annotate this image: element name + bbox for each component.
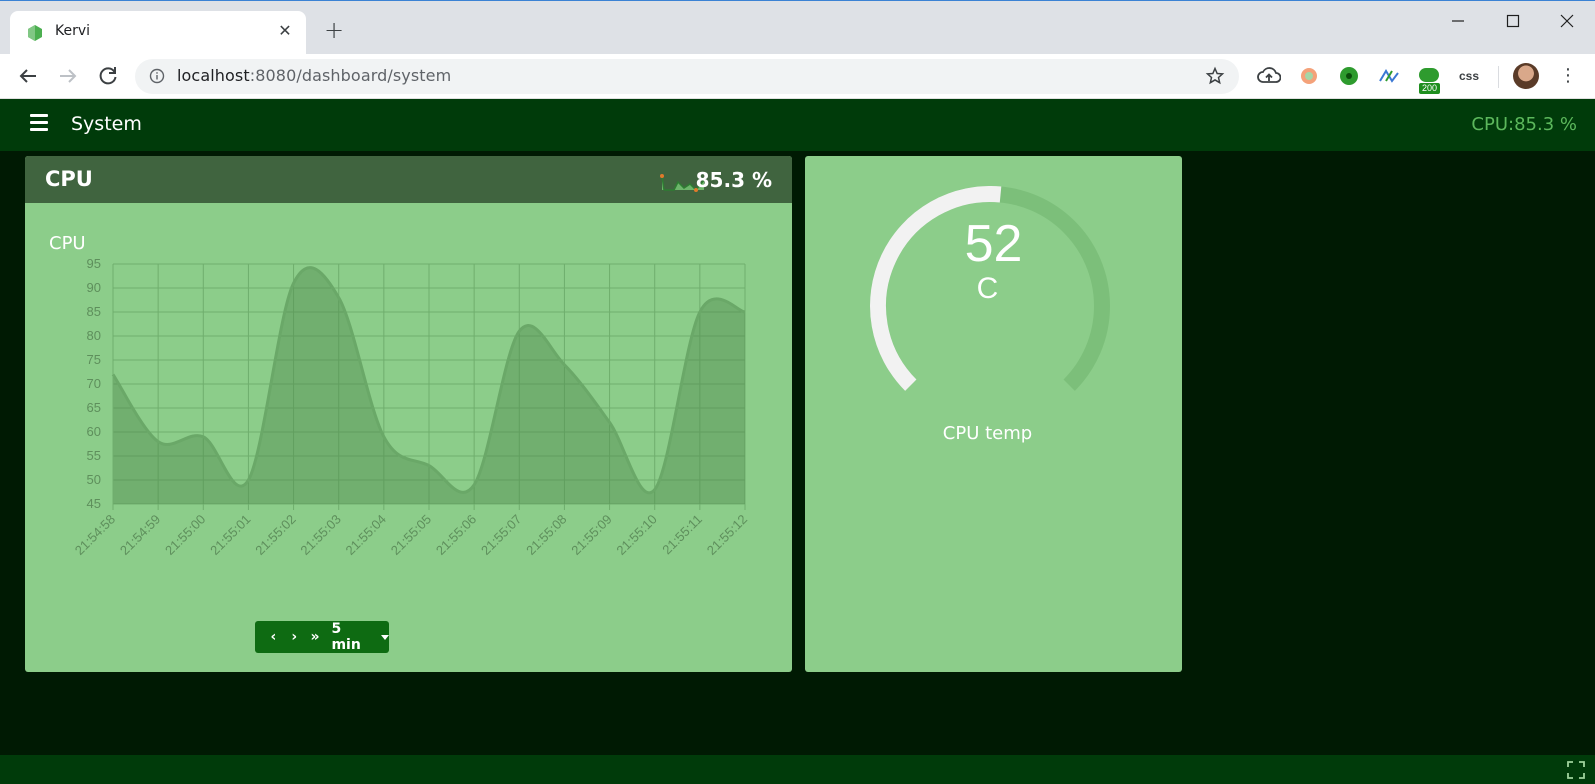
y-tick-label: 95 [87,256,101,271]
browser-tabstrip: Kervi ✕ + [0,0,1595,55]
css-extension-icon[interactable]: css [1455,62,1483,90]
x-tick-label: 21:55:02 [252,512,298,558]
extension-badge: 200 [1419,83,1441,94]
cpu-chart: CPU 45 50 55 60 65 70 75 80 85 90 95 21:54:58 21:54:… [25,203,792,603]
y-tick-label: 85 [87,304,101,319]
cpu-panel: CPU 85.3 % CPU 45 50 55 60 65 70 75 80 85 90 95 21:… [25,156,792,672]
chevron-right-icon[interactable]: › [284,621,305,653]
double-chevron-right-icon[interactable]: » [305,621,326,653]
caret-down-icon[interactable] [381,634,390,640]
maximize-icon[interactable] [1493,9,1533,33]
cpu-chart-svg: 455055606570758085909521:54:5821:54:5921… [72,256,750,558]
browser-toolbar: localhost:8080/dashboard/system 200 css … [0,54,1595,99]
y-tick-label: 50 [87,472,101,487]
x-tick-label: 21:55:05 [388,512,434,558]
cpu-panel-title: CPU [45,167,93,191]
x-tick-label: 21:54:59 [117,512,163,558]
y-tick-label: 75 [87,352,101,367]
hamburger-menu-icon[interactable] [30,114,48,132]
y-tick-label: 80 [87,328,101,343]
profile-avatar[interactable] [1513,63,1539,89]
temp-label: CPU temp [942,423,1033,444]
y-tick-label: 55 [87,448,101,463]
bookmark-star-icon[interactable] [1205,66,1225,86]
status-extension-icon[interactable]: 200 [1415,62,1443,94]
y-tick-label: 65 [87,400,101,415]
address-bar[interactable]: localhost:8080/dashboard/system [135,59,1239,94]
x-tick-label: 21:55:03 [297,512,343,558]
x-tick-label: 21:55:10 [613,512,659,558]
chevron-left-icon[interactable]: ‹ [263,621,284,653]
temp-panel: 52 C CPU temp [805,156,1182,672]
x-tick-label: 21:55:06 [433,512,479,558]
minimize-icon[interactable] [1438,9,1478,33]
x-tick-label: 21:55:08 [523,512,569,558]
y-tick-label: 60 [87,424,101,439]
y-tick-label: 70 [87,376,101,391]
y-tick-label: 90 [87,280,101,295]
x-tick-label: 21:55:01 [207,512,253,558]
fullscreen-icon[interactable] [1567,761,1585,779]
info-icon[interactable] [149,68,165,84]
browser-tab[interactable]: Kervi ✕ [10,11,306,55]
header-cpu-status: CPU:85.3 % [1471,114,1577,135]
close-window-icon[interactable] [1547,9,1587,33]
range-dropdown[interactable]: 5 min [331,621,373,653]
temp-unit: C [976,272,999,305]
browser-menu-icon[interactable]: ⋮ [1556,64,1580,88]
page-title: System [71,113,142,135]
url-text[interactable]: localhost:8080/dashboard/system [177,66,451,85]
x-tick-label: 21:54:58 [72,512,118,558]
x-tick-label: 21:55:07 [478,512,524,558]
wave-extension-icon[interactable] [1375,62,1403,90]
y-tick-label: 45 [87,496,101,511]
x-tick-label: 21:55:00 [162,512,208,558]
app-header: System CPU:85.3 % [0,99,1595,151]
cpu-panel-value: 85.3 % [695,168,772,192]
reload-icon[interactable] [96,64,120,88]
kervi-favicon-icon [28,25,42,41]
temp-value: 52 [964,215,1023,273]
new-tab-icon[interactable]: + [322,18,346,43]
x-tick-label: 21:55:04 [343,512,389,558]
back-arrow-icon[interactable] [16,64,40,88]
forward-arrow-icon[interactable] [56,64,80,88]
dashboard-body: CPU 85.3 % CPU 45 50 55 60 65 70 75 80 85 90 95 21:… [0,151,1595,755]
app-footer [0,755,1595,784]
green-dot-extension-icon[interactable] [1335,62,1363,90]
x-tick-label: 21:55:12 [704,512,750,558]
cloud-upload-extension-icon[interactable] [1255,62,1283,90]
time-range-control[interactable]: ‹ › » 5 min [255,621,390,653]
color-extension-icon[interactable] [1295,62,1323,90]
tab-close-icon[interactable]: ✕ [274,20,296,42]
cpu-panel-header: CPU 85.3 % [25,156,792,203]
x-tick-label: 21:55:09 [568,512,614,558]
tab-title: Kervi [55,23,91,39]
x-tick-label: 21:55:11 [659,512,705,558]
toolbar-separator [1498,66,1499,88]
